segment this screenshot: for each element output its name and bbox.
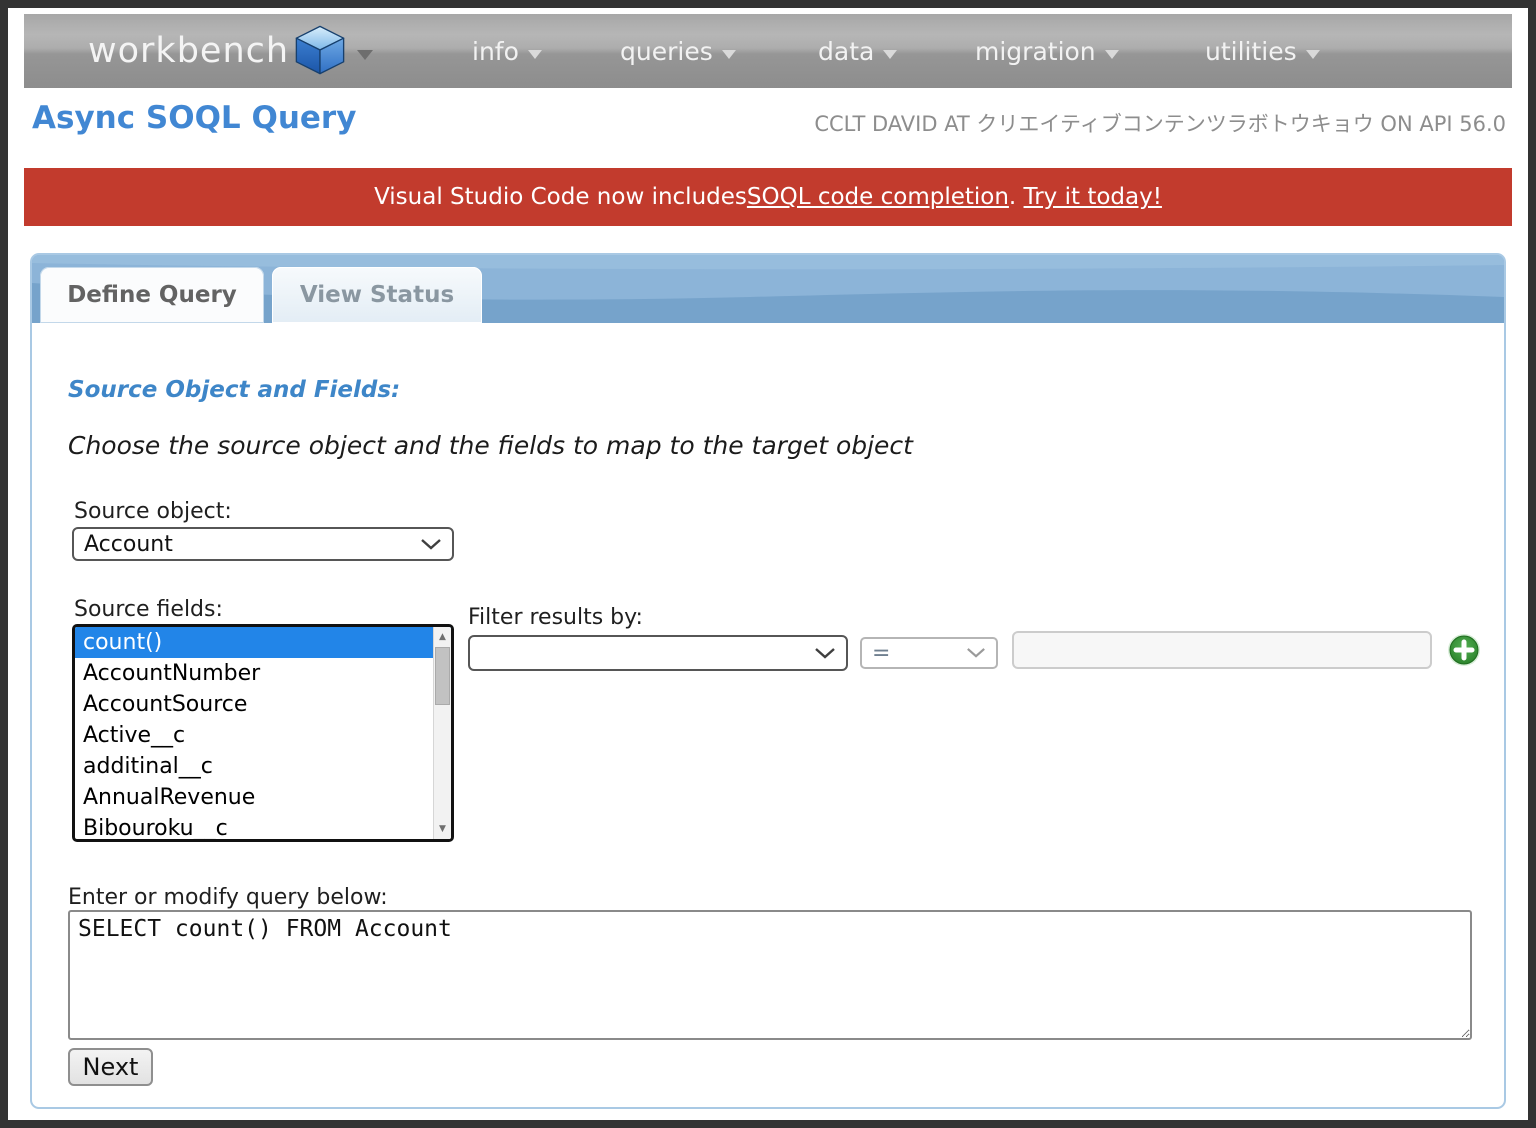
banner-text: Visual Studio Code now includes (374, 184, 747, 210)
workbench-logo[interactable]: workbench (88, 14, 373, 88)
nav-item-info[interactable]: info (472, 14, 542, 88)
chevron-down-icon (1105, 50, 1119, 59)
filter-results-label: Filter results by: (468, 605, 643, 630)
section-heading: Source Object and Fields: (68, 377, 400, 403)
list-item[interactable]: Active__c (75, 720, 451, 751)
soql-completion-link[interactable]: SOQL code completion (747, 184, 1009, 210)
scroll-up-icon[interactable]: ▲ (434, 628, 451, 646)
chevron-down-icon (1306, 50, 1320, 59)
filter-operator-select[interactable]: = (860, 637, 998, 669)
nav-item-label: info (472, 37, 519, 66)
section-description: Choose the source object and the fields … (68, 431, 913, 460)
top-nav-bar: workbench (24, 14, 1512, 88)
tab-define-query[interactable]: Define Query (40, 267, 264, 323)
filter-operator-value: = (862, 641, 966, 666)
source-object-label: Source object: (74, 499, 232, 524)
query-panel: Define Query View Status Source Object a… (30, 253, 1506, 1109)
source-fields-label: Source fields: (74, 597, 223, 622)
nav-item-data[interactable]: data (818, 14, 897, 88)
nav-item-migration[interactable]: migration (975, 14, 1119, 88)
nav-item-label: utilities (1205, 37, 1297, 66)
chevron-down-icon (420, 538, 442, 551)
banner-period: . (1009, 184, 1016, 210)
nav-item-queries[interactable]: queries (620, 14, 736, 88)
add-filter-button[interactable] (1446, 632, 1482, 668)
list-item[interactable]: count() (75, 627, 451, 658)
try-it-today-link[interactable]: Try it today! (1024, 184, 1162, 210)
chevron-down-icon (528, 50, 542, 59)
chevron-down-icon (966, 647, 986, 659)
source-fields-listbox[interactable]: count() AccountNumber AccountSource Acti… (72, 624, 454, 842)
tab-label: View Status (300, 282, 454, 308)
scroll-down-icon[interactable]: ▼ (434, 820, 451, 838)
page-title: Async SOQL Query (32, 100, 356, 136)
list-item[interactable]: AccountSource (75, 689, 451, 720)
plus-icon (1446, 632, 1482, 668)
brand-text: workbench (88, 31, 289, 71)
next-button[interactable]: Next (68, 1048, 153, 1086)
list-item[interactable]: Bibouroku__c (75, 813, 451, 842)
workbench-page: workbench (0, 0, 1536, 1128)
brand-dropdown-arrow-icon (357, 50, 373, 60)
chevron-down-icon (722, 50, 736, 59)
nav-item-label: migration (975, 37, 1096, 66)
soql-query-textarea[interactable]: SELECT count() FROM Account (68, 910, 1472, 1040)
session-info: CCLT DAVID AT クリエイティブコンテンツラボトウキョウ ON API… (814, 108, 1506, 138)
tab-view-status[interactable]: View Status (272, 267, 482, 323)
chevron-down-icon (814, 647, 836, 660)
chevron-down-icon (883, 50, 897, 59)
query-label: Enter or modify query below: (68, 885, 388, 910)
list-item[interactable]: additinal__c (75, 751, 451, 782)
nav-item-utilities[interactable]: utilities (1205, 14, 1320, 88)
filter-value-input[interactable] (1012, 631, 1432, 669)
tab-strip: Define Query View Status (32, 255, 1504, 323)
source-object-select[interactable]: Account (72, 527, 454, 561)
tab-label: Define Query (67, 282, 237, 308)
scrollbar-thumb[interactable] (435, 647, 450, 705)
promo-banner: Visual Studio Code now includes SOQL cod… (24, 168, 1512, 226)
filter-field-select[interactable] (468, 635, 848, 671)
nav-item-label: data (818, 37, 874, 66)
list-item[interactable]: AnnualRevenue (75, 782, 451, 813)
nav-item-label: queries (620, 37, 713, 66)
listbox-scrollbar[interactable]: ▲ ▼ (433, 627, 451, 839)
cube-logo-icon (293, 23, 347, 81)
source-object-value: Account (74, 532, 420, 557)
list-item[interactable]: AccountNumber (75, 658, 451, 689)
